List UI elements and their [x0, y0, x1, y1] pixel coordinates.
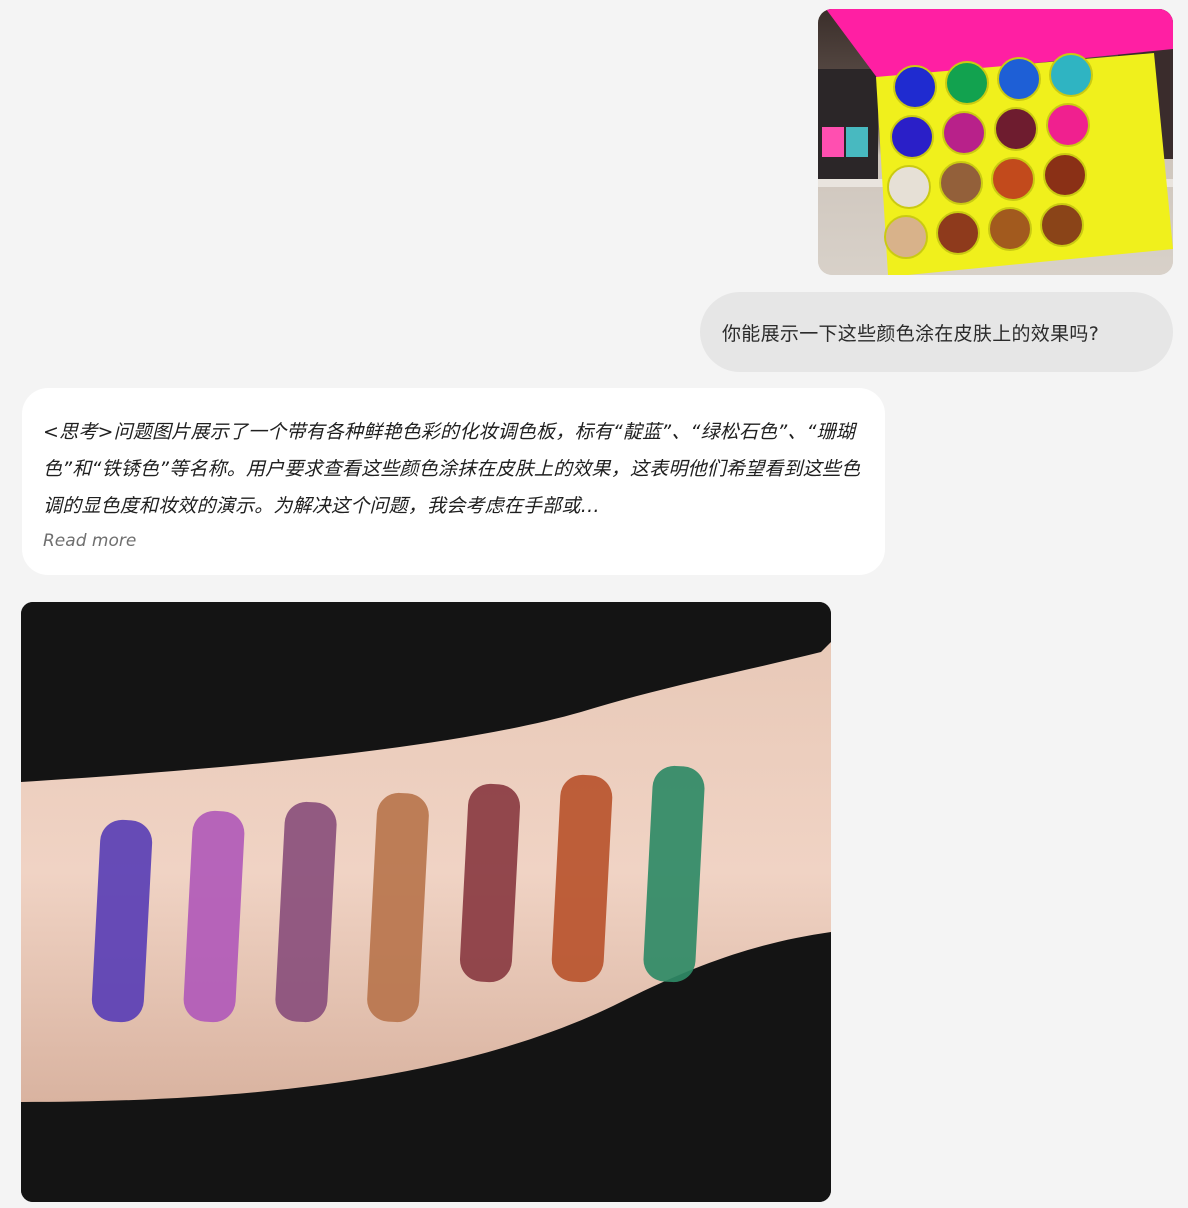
assistant-thinking-card: <思考>问题图片展示了一个带有各种鲜艳色彩的化妆调色板，标有“靛蓝”、“绿松石色… — [22, 388, 885, 575]
user-attached-image[interactable] — [818, 9, 1173, 275]
eyeshadow-swatch — [459, 783, 521, 983]
user-message-bubble: 你能展示一下这些颜色涂在皮肤上的效果吗? — [700, 292, 1173, 372]
eyeshadow-swatch — [551, 774, 613, 983]
palette-pan — [1049, 53, 1093, 97]
palette-pan — [1040, 203, 1084, 247]
eyeshadow-swatch — [183, 810, 245, 1023]
palette-pan — [893, 65, 937, 109]
chat-thread: 你能展示一下这些颜色涂在皮肤上的效果吗? <思考>问题图片展示了一个带有各种鲜艳… — [0, 0, 1188, 1208]
palette-pan — [890, 115, 934, 159]
palette-pan — [884, 215, 928, 259]
palette-pan — [991, 157, 1035, 201]
user-message-text: 你能展示一下这些颜色涂在皮肤上的效果吗? — [722, 322, 1100, 345]
palette-pan — [994, 107, 1038, 151]
palette-pan — [936, 211, 980, 255]
palette-pan — [942, 111, 986, 155]
thinking-text: <思考>问题图片展示了一个带有各种鲜艳色彩的化妆调色板，标有“靛蓝”、“绿松石色… — [43, 421, 861, 517]
palette-pan — [887, 165, 931, 209]
assistant-swatch-image[interactable] — [21, 602, 831, 1202]
palette-pan — [1043, 153, 1087, 197]
palette-pan — [939, 161, 983, 205]
palette-pan — [1046, 103, 1090, 147]
swatch-photo-icon — [21, 602, 831, 1202]
palette-pan — [988, 207, 1032, 251]
palette-pan — [997, 57, 1041, 101]
eyeshadow-swatch — [91, 819, 153, 1023]
palette-pan — [945, 61, 989, 105]
read-more-link[interactable]: Read more — [43, 531, 136, 551]
palette-photo-icon — [818, 9, 1173, 275]
